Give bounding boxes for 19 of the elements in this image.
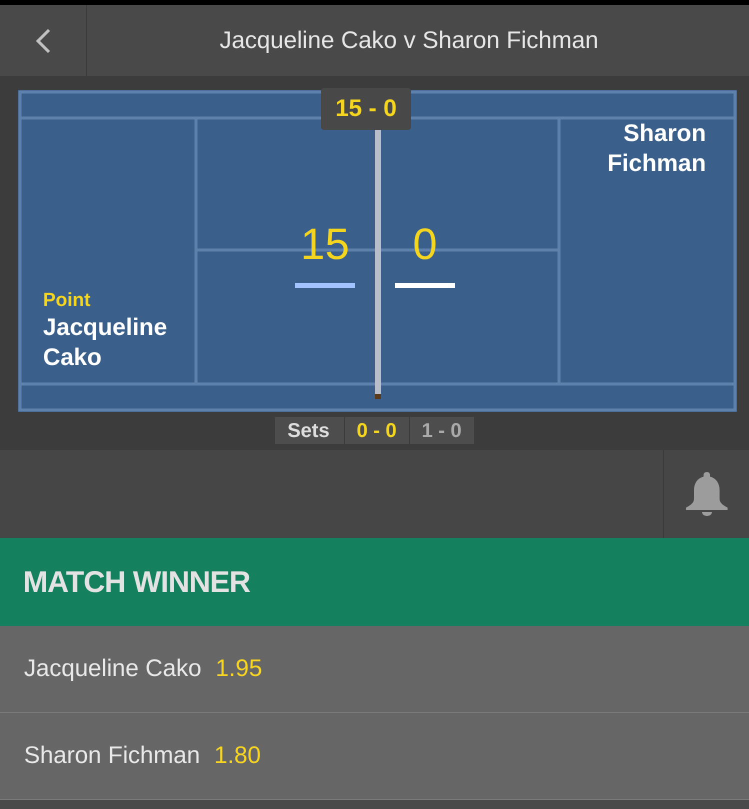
- set-score: 1 - 0: [410, 417, 474, 444]
- selection-row[interactable]: Jacqueline Cako 1.95: [0, 626, 749, 713]
- selection-name: Jacqueline Cako: [24, 654, 202, 684]
- point-score: 0: [412, 223, 438, 267]
- set-score: 0 - 0: [344, 417, 409, 444]
- player-name: Sharon Fichman: [606, 119, 706, 179]
- sets-label: Sets: [275, 417, 344, 444]
- market-title: MATCH WINNER: [23, 564, 250, 600]
- bell-icon: [686, 472, 728, 516]
- selection-row[interactable]: Sharon Fichman 1.80: [0, 713, 749, 800]
- selection-name: Sharon Fichman: [24, 741, 200, 771]
- chevron-left-icon: [35, 28, 51, 54]
- player-name: Jacqueline Cako: [43, 313, 168, 373]
- odds-value: 1.95: [215, 654, 262, 684]
- odds-value: 1.80: [214, 741, 261, 771]
- match-title: Jacqueline Cako v Sharon Fichman: [220, 26, 598, 56]
- point-score: 15: [300, 223, 350, 267]
- game-score-badge: 15 - 0: [321, 88, 411, 130]
- point-label: Point: [43, 289, 92, 313]
